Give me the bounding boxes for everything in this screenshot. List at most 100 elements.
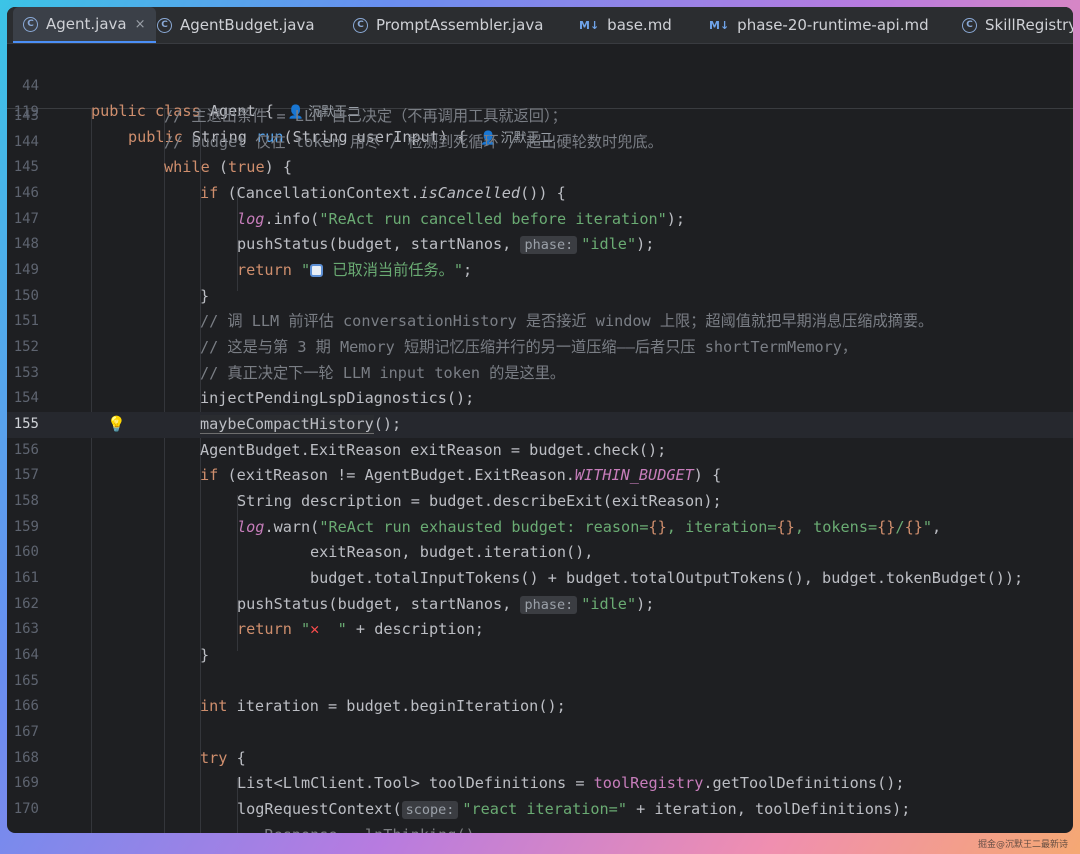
tab-skillregistry[interactable]: C SkillRegistry: [962, 7, 1073, 43]
java-class-icon: C: [353, 17, 368, 33]
editor-tab-bar: C Agent.java × C AgentBudget.java C Prom…: [7, 7, 1073, 44]
code-text: ...Response...lnThinking(): [237, 823, 475, 833]
line-number: 151: [13, 313, 39, 329]
code-text: );: [636, 235, 655, 253]
comment: // 调 LLM 前评估 conversationHistory 是否接近 wi…: [200, 312, 934, 330]
tab-agent-java[interactable]: C Agent.java ×: [13, 7, 156, 43]
line-number: 165: [13, 673, 39, 689]
code-line[interactable]: 154 injectPendingLspDiagnostics();: [7, 386, 1073, 412]
code-line[interactable]: 156 AgentBudget.ExitReason exitReason = b…: [7, 438, 1073, 464]
string-literal: "ReAct run cancelled before iteration": [319, 210, 667, 228]
string-literal: "idle": [581, 595, 637, 613]
code-text: + iteration, toolDefinitions);: [626, 800, 911, 818]
tab-agentbudget-java[interactable]: C AgentBudget.java: [157, 7, 315, 43]
keyword: return: [237, 620, 302, 638]
line-number: 160: [13, 544, 39, 560]
code-line[interactable]: 144 // budget 仅在 token 用尽 / 检测到死循环 / 超出硬轮…: [7, 130, 1073, 156]
line-number: 155: [13, 416, 39, 432]
tab-phase-20-runtime-api-md[interactable]: M↓ phase-20-runtime-api.md: [709, 7, 929, 43]
code-text: logRequestContext(: [237, 800, 402, 818]
watermark: 掘金@沉默王二最新诗: [977, 840, 1068, 850]
line-number: 166: [13, 698, 39, 714]
code-text: ();: [373, 415, 402, 433]
cross-mark-icon: ✕: [310, 620, 320, 638]
string-literal: 已取消当前任务。": [323, 261, 463, 279]
code-text: (CancellationContext.: [218, 184, 420, 202]
format-placeholder: {}: [648, 518, 667, 536]
keyword: int: [200, 697, 228, 715]
keyword: if: [200, 184, 219, 202]
markdown-icon: M↓: [709, 18, 730, 32]
code-line[interactable]: 158 String description = budget.describeE…: [7, 489, 1073, 515]
code-line[interactable]: 157 if (exitReason != AgentBudget.ExitRea…: [7, 463, 1073, 489]
code-line[interactable]: 150}: [7, 284, 1073, 310]
line-number: 147: [13, 211, 39, 227]
code-text: pushStatus(budget, startNanos,: [237, 595, 521, 613]
code-text: ()) {: [520, 184, 566, 202]
line-number: 158: [13, 493, 39, 509]
string-literal: "ReAct run exhausted budget: reason=: [319, 518, 649, 536]
string-literal: , tokens=: [794, 518, 878, 536]
code-line[interactable]: 147 log.info("ReAct run cancelled before …: [7, 207, 1073, 233]
string-literal: /: [895, 518, 905, 536]
code-line-partial[interactable]: ...Response...lnThinking(): [7, 823, 1073, 833]
code-text: AgentBudget.ExitReason exitReason = budg…: [200, 441, 667, 459]
comment: // 这是与第 3 期 Memory 短期记忆压缩并行的另一道压缩——后者只压 …: [200, 338, 858, 356]
string-literal: ": [301, 620, 311, 638]
java-class-icon: C: [23, 16, 38, 32]
code-line[interactable]: 165: [7, 669, 1073, 695]
code-line[interactable]: 146 if (CancellationContext.isCancelled()…: [7, 181, 1073, 207]
code-text: List<LlmClient.Tool> toolDefinitions =: [237, 774, 594, 792]
format-placeholder: {}: [776, 518, 795, 536]
method-call: maybeCompactHistory: [200, 415, 374, 434]
code-line[interactable]: 169 List<LlmClient.Tool> toolDefinitions …: [7, 771, 1073, 797]
code-line[interactable]: 168 try {: [7, 746, 1073, 772]
comment: // 真正决定下一轮 LLM input token 的是这里。: [200, 364, 566, 382]
code-text: (: [209, 158, 229, 176]
editor-window: C Agent.java × C AgentBudget.java C Prom…: [7, 7, 1073, 833]
code-line[interactable]: 153 // 真正决定下一轮 LLM input token 的是这里。: [7, 361, 1073, 387]
keyword: try: [200, 749, 228, 767]
code-text: ;: [462, 261, 473, 279]
close-icon[interactable]: ×: [135, 17, 146, 32]
line-number: 154: [13, 390, 39, 406]
line-number: 169: [13, 775, 39, 791]
string-literal: "idle": [581, 235, 637, 253]
code-line[interactable]: 160 exitReason, budget.iteration(),: [7, 540, 1073, 566]
code-line[interactable]: 167: [7, 720, 1073, 746]
code-line[interactable]: 170 logRequestContext(scope: "react iterat…: [7, 797, 1073, 823]
lightbulb-icon[interactable]: 💡: [107, 412, 126, 438]
format-placeholder: {}: [904, 518, 923, 536]
sticky-line-method[interactable]: 119 public String run(String userInput) …: [7, 74, 1073, 147]
code-line[interactable]: 148 pushStatus(budget, startNanos, phase:…: [7, 232, 1073, 258]
code-line[interactable]: 143 // 主退出条件 = LLM 自己决定（不再调用工具就返回）；: [7, 104, 1073, 130]
code-line[interactable]: 161 budget.totalInputTokens() + budget.to…: [7, 566, 1073, 592]
code-line[interactable]: 149 return " 已取消当前任务。";: [7, 258, 1073, 284]
parameter-hint: phase:: [520, 596, 578, 614]
code-text: ) {: [693, 466, 722, 484]
line-number: 159: [13, 519, 39, 535]
code-line[interactable]: 145 while (true) {: [7, 155, 1073, 181]
format-placeholder: {}: [877, 518, 896, 536]
code-line[interactable]: 164}: [7, 643, 1073, 669]
tab-base-md[interactable]: M↓ base.md: [579, 7, 672, 43]
tab-promptassembler-java[interactable]: C PromptAssembler.java: [353, 7, 543, 43]
line-number: 143: [13, 108, 39, 124]
code-line[interactable]: 152 // 这是与第 3 期 Memory 短期记忆压缩并行的另一道压缩——后者…: [7, 335, 1073, 361]
code-line-current[interactable]: 155 💡 maybeCompactHistory();: [7, 412, 1073, 438]
code-text: );: [666, 210, 686, 228]
line-number: 167: [13, 724, 39, 740]
code-line[interactable]: 151 // 调 LLM 前评估 conversationHistory 是否接近…: [7, 309, 1073, 335]
code-line[interactable]: 163 return "✕ " + description;: [7, 617, 1073, 643]
code-line[interactable]: 159 log.warn("ReAct run exhausted budget:…: [7, 515, 1073, 541]
tab-label: base.md: [607, 16, 672, 34]
code-line[interactable]: 166 int iteration = budget.beginIteration…: [7, 694, 1073, 720]
line-number: 156: [13, 442, 39, 458]
sticky-scroll-header[interactable]: 44 public class Agent {👤 沉默王二 119 public…: [7, 44, 1073, 147]
code-text: }: [200, 287, 210, 305]
string-literal: , iteration=: [666, 518, 777, 536]
line-number: 152: [13, 339, 39, 355]
tab-label: AgentBudget.java: [180, 16, 315, 34]
sticky-line-class[interactable]: 44 public class Agent {👤 沉默王二: [7, 48, 1073, 121]
code-line[interactable]: 162 pushStatus(budget, startNanos, phase:…: [7, 592, 1073, 618]
